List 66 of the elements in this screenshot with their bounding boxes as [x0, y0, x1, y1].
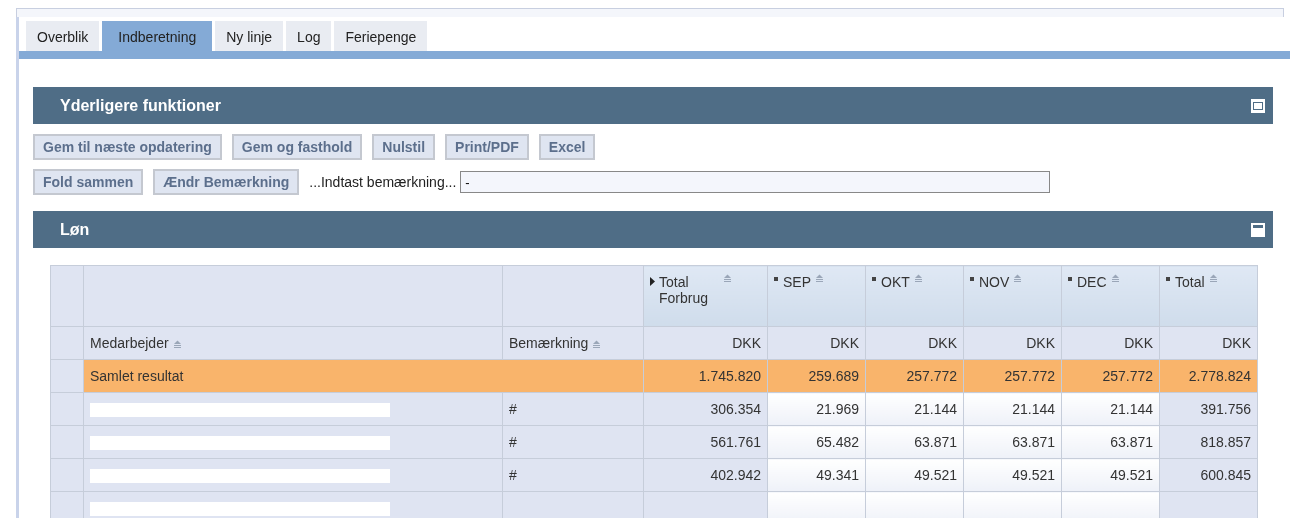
- table-cell: 21.144: [1012, 401, 1055, 417]
- table-cell: 257.772: [963, 359, 1062, 393]
- table-cell: 2.778.824: [1159, 359, 1258, 393]
- table-cell: 49.521: [1012, 467, 1055, 483]
- table-cell: #: [509, 401, 517, 417]
- header-label: Total Forbrug: [659, 274, 710, 306]
- table-cell: 391.756: [1200, 401, 1251, 417]
- action-button[interactable]: Gem til næste opdatering: [33, 134, 222, 160]
- column-header[interactable]: OKT: [865, 265, 964, 327]
- maximize-icon[interactable]: [1251, 98, 1265, 113]
- unit-cell: DKK: [643, 326, 768, 360]
- column-header[interactable]: Total Forbrug: [643, 265, 768, 327]
- header-label: Total: [1175, 274, 1205, 290]
- action-button[interactable]: Gem og fasthold: [231, 134, 363, 160]
- unit-cell: DKK: [1159, 326, 1258, 360]
- table-cell: 1.745.820: [643, 359, 768, 393]
- table-cell: 49.341: [816, 467, 859, 483]
- unit-cell: DKK: [963, 326, 1062, 360]
- action-button[interactable]: Excel: [538, 134, 596, 160]
- table-cell: 257.772: [1061, 359, 1160, 393]
- header-label: NOV: [979, 274, 1010, 290]
- table-cell: 63.871: [1012, 434, 1055, 450]
- table-cell: 306.354: [710, 401, 761, 417]
- table-cell: 65.482: [816, 434, 859, 450]
- action-button[interactable]: Ændr Bemærkning: [153, 169, 300, 195]
- remark-field[interactable]: -: [460, 171, 1051, 193]
- caret-right-icon[interactable]: [650, 277, 655, 286]
- section-title: Løn: [60, 220, 90, 239]
- table-cell: 21.144: [914, 401, 957, 417]
- table-cell: 63.871: [1110, 434, 1153, 450]
- column-header[interactable]: NOV: [963, 265, 1062, 327]
- remark-label: ...Indtast bemærkning...: [309, 174, 457, 190]
- action-button[interactable]: Nulstil: [372, 134, 436, 160]
- tab[interactable]: Overblik: [26, 21, 100, 51]
- action-button[interactable]: Print/PDF: [445, 134, 529, 160]
- table-cell: 21.969: [816, 401, 859, 417]
- column-header[interactable]: Medarbejder: [90, 335, 169, 351]
- table-cell: 402.942: [710, 467, 761, 483]
- table-cell: #: [509, 434, 517, 450]
- table-cell: 257.772: [865, 359, 964, 393]
- column-header[interactable]: Total: [1159, 265, 1258, 327]
- tab[interactable]: Ny linje: [215, 21, 284, 51]
- table-cell: #: [509, 467, 517, 483]
- tab[interactable]: Indberetning: [102, 21, 213, 51]
- table-cell: 21.144: [1110, 401, 1153, 417]
- table-cell: 600.845: [1200, 467, 1251, 483]
- table-cell: 49.521: [914, 467, 957, 483]
- unit-cell: DKK: [767, 326, 866, 360]
- table-cell: 818.857: [1200, 434, 1251, 450]
- table-cell: 259.689: [767, 359, 866, 393]
- total-label: Samlet resultat: [83, 359, 644, 393]
- header-label: DEC: [1077, 274, 1107, 290]
- column-header[interactable]: SEP: [767, 265, 866, 327]
- table-cell: 63.871: [914, 434, 957, 450]
- header-label: OKT: [881, 274, 910, 290]
- section-title: Yderligere funktioner: [60, 96, 221, 115]
- minimize-icon[interactable]: [1251, 222, 1265, 237]
- unit-cell: DKK: [1061, 326, 1160, 360]
- tab[interactable]: Log: [286, 21, 332, 51]
- tab[interactable]: Feriepenge: [334, 21, 428, 51]
- header-label: SEP: [783, 274, 811, 290]
- table-cell: 561.761: [710, 434, 761, 450]
- action-button[interactable]: Fold sammen: [33, 169, 144, 195]
- table-cell: 49.521: [1110, 467, 1153, 483]
- column-header[interactable]: DEC: [1061, 265, 1160, 327]
- unit-cell: DKK: [865, 326, 964, 360]
